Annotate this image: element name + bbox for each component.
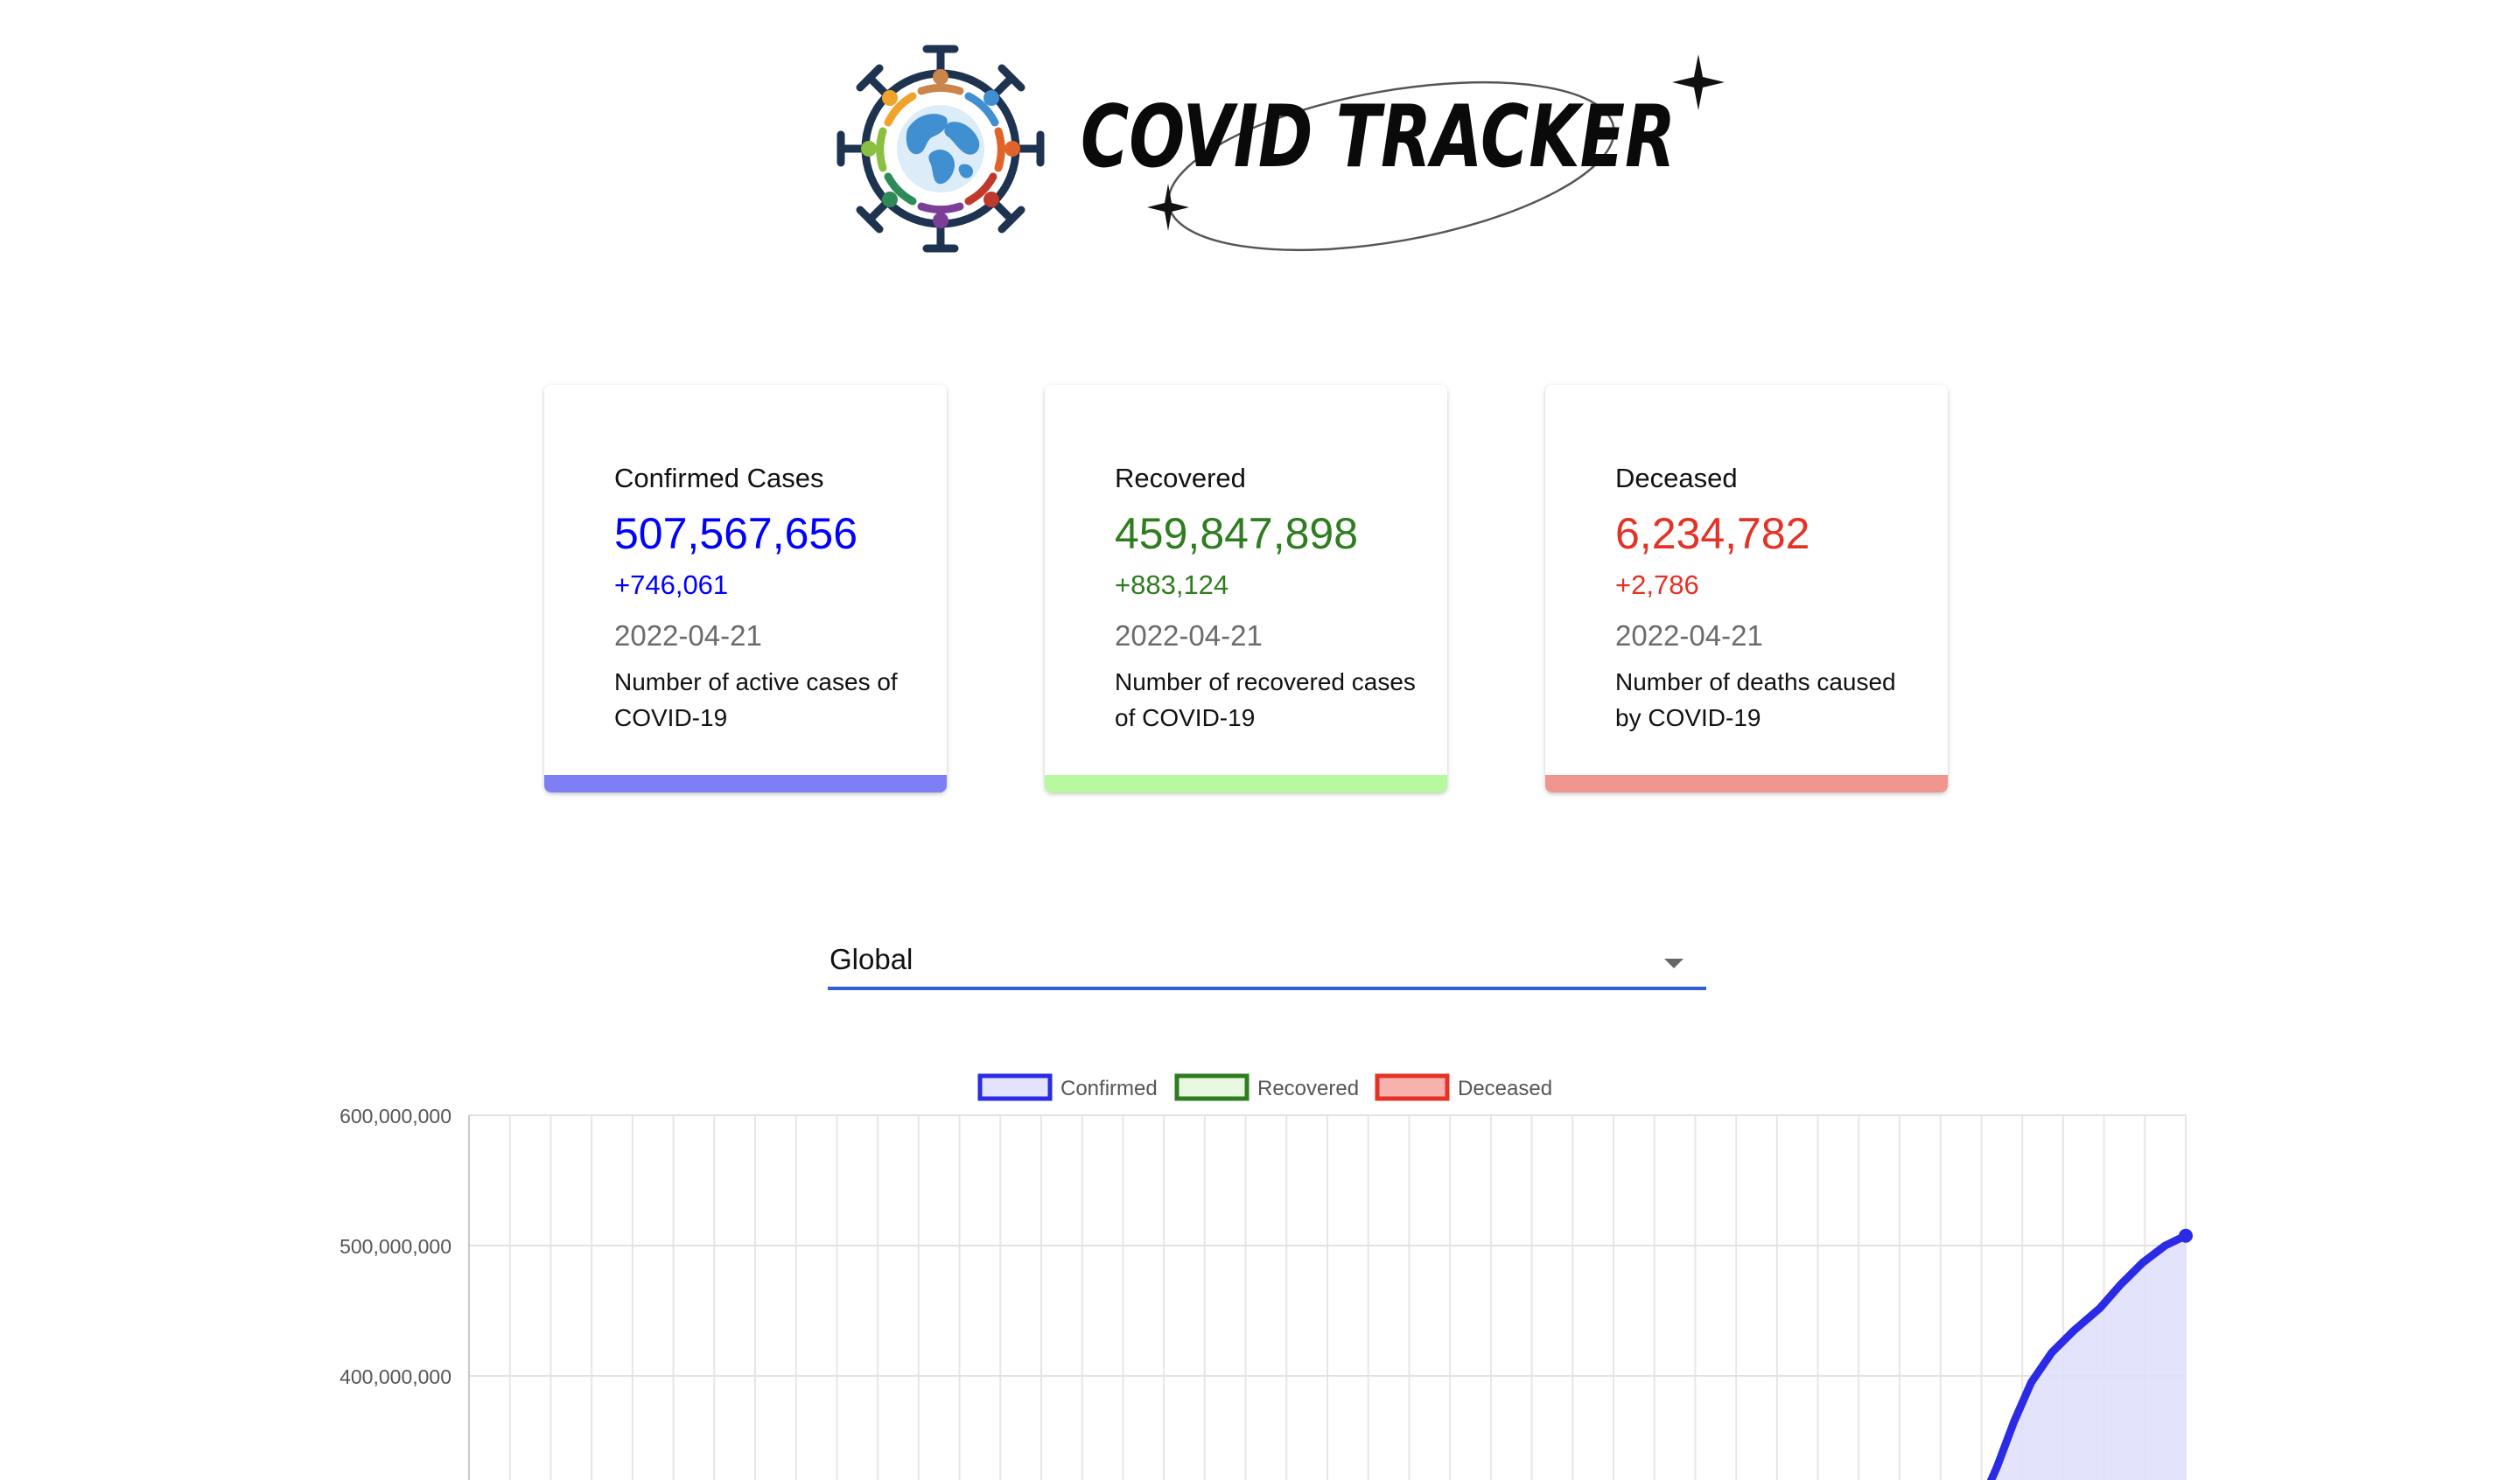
recovered-color-bar bbox=[1045, 775, 1447, 792]
legend-label-recovered: Recovered bbox=[1257, 1077, 1359, 1100]
legend-swatch-confirmed bbox=[977, 1073, 1053, 1101]
card-date: 2022-04-21 bbox=[614, 619, 762, 653]
y-tick-label: 600,000,000 bbox=[340, 1105, 452, 1127]
legend-label-confirmed: Confirmed bbox=[1060, 1077, 1158, 1100]
confirmed-last-point[interactable] bbox=[2179, 1228, 2193, 1243]
y-tick-label: 500,000,000 bbox=[340, 1235, 452, 1258]
confirmed-total-value: 507,567,656 bbox=[614, 509, 858, 559]
card-description: Number of active cases of COVID-19 bbox=[614, 667, 898, 731]
legend-item-confirmed[interactable]: Confirmed bbox=[977, 1073, 1158, 1101]
covid-tracker-logo: COVID TRACKER bbox=[836, 45, 1725, 253]
virus-globe-icon bbox=[836, 45, 1045, 253]
deceased-total-value: 6,234,782 bbox=[1615, 509, 1810, 559]
chart-legend: Confirmed Recovered Deceased bbox=[977, 1073, 1552, 1101]
sparkle-icon bbox=[1672, 54, 1725, 110]
confirmed-area-fill bbox=[1979, 1235, 2186, 1480]
confirmed-cases-card: Confirmed Cases 507,567,656 +746,061 202… bbox=[544, 385, 947, 792]
recovered-delta: +883,124 bbox=[1115, 569, 1229, 601]
covid-tracker-page: COVID TRACKER Confirmed Cases 507,567,65… bbox=[0, 0, 2520, 1480]
card-title: Recovered bbox=[1115, 463, 1246, 493]
card-date: 2022-04-21 bbox=[1615, 619, 1763, 653]
legend-label-deceased: Deceased bbox=[1458, 1077, 1552, 1100]
chart-grid-vertical bbox=[508, 1115, 2187, 1480]
card-title: Confirmed Cases bbox=[614, 463, 824, 493]
deceased-card: Deceased 6,234,782 +2,786 2022-04-21 Num… bbox=[1545, 385, 1948, 792]
deceased-color-bar bbox=[1545, 775, 1948, 792]
country-select[interactable]: Global bbox=[828, 927, 1706, 990]
sparkle-icon bbox=[1147, 184, 1189, 231]
recovered-card: Recovered 459,847,898 +883,124 2022-04-2… bbox=[1045, 385, 1447, 792]
confirmed-delta: +746,061 bbox=[614, 569, 729, 601]
card-date: 2022-04-21 bbox=[1115, 619, 1263, 653]
country-select-value: Global bbox=[830, 943, 914, 975]
covid-line-chart: Confirmed Recovered Deceased 600,000,000… bbox=[340, 1073, 2193, 1480]
header: COVID TRACKER bbox=[0, 0, 2520, 280]
legend-item-deceased[interactable]: Deceased bbox=[1375, 1073, 1552, 1101]
recovered-total-value: 459,847,898 bbox=[1115, 509, 1359, 559]
legend-item-recovered[interactable]: Recovered bbox=[1174, 1073, 1359, 1101]
card-description: Number of recovered cases of COVID-19 bbox=[1115, 667, 1416, 731]
confirmed-color-bar bbox=[544, 775, 947, 792]
legend-swatch-deceased bbox=[1375, 1073, 1450, 1101]
card-description: Number of deaths caused by COVID-19 bbox=[1615, 667, 1896, 731]
card-title: Deceased bbox=[1615, 463, 1738, 493]
dropdown-arrow-icon[interactable] bbox=[1664, 959, 1684, 968]
legend-swatch-recovered bbox=[1174, 1073, 1250, 1101]
y-tick-label: 400,000,000 bbox=[340, 1365, 452, 1388]
app-title: COVID TRACKER bbox=[1081, 87, 1676, 187]
deceased-delta: +2,786 bbox=[1615, 569, 1699, 601]
